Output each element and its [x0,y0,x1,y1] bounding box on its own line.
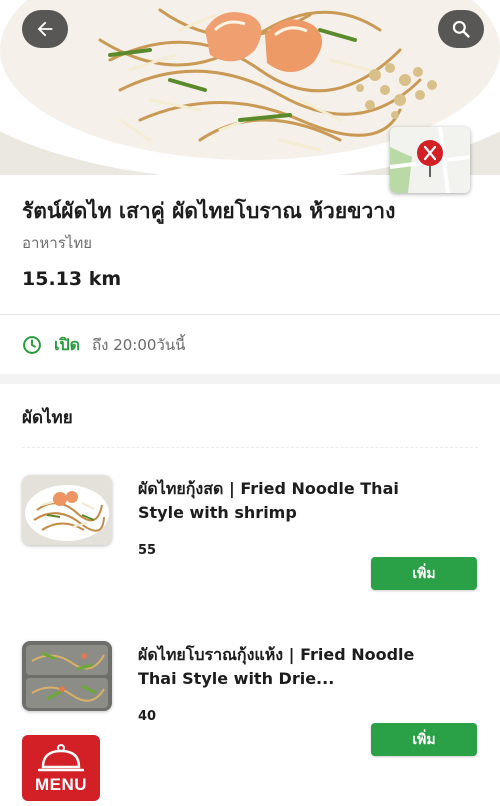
divider [22,447,478,448]
item-price: 40 [138,709,157,724]
item-name[interactable]: ผัดไทยโบราณกุ้งแห้ง | Fried Noodle Thai … [138,643,428,691]
open-status: เปิด [54,334,81,354]
item-image[interactable] [22,641,112,711]
section-separator [0,374,500,384]
item-image[interactable] [22,475,112,545]
distance-label: 15.13 km [22,268,122,290]
menu-section-title: ผัดไทย [22,408,73,428]
restaurant-name: รัตน์ผัดไท เสาคู่ ผัดไทยโบราณ ห้วยขวาง [22,199,396,223]
add-button[interactable]: เพิ่ม [371,557,477,590]
menu-badge-label: MENU [34,775,88,794]
map-thumbnail[interactable] [390,127,470,193]
search-button[interactable] [438,10,484,48]
item-price: 55 [138,543,157,558]
menu-cloche-icon [38,744,84,772]
back-button[interactable] [22,10,68,48]
search-icon [452,20,470,38]
opening-hours: เปิด ถึง 20:00วันนี้ [22,333,185,357]
cuisine-label: อาหารไทย [22,234,93,252]
closing-time: ถึง 20:00วันนี้ [92,336,186,354]
item-name[interactable]: ผัดไทยกุ้งสด | Fried Noodle Thai Style w… [138,477,428,525]
clock-icon [23,336,41,354]
divider [0,314,500,315]
menu-badge-button[interactable]: MENU [22,735,100,801]
add-button[interactable]: เพิ่ม [371,723,477,756]
back-arrow-icon [37,21,53,37]
